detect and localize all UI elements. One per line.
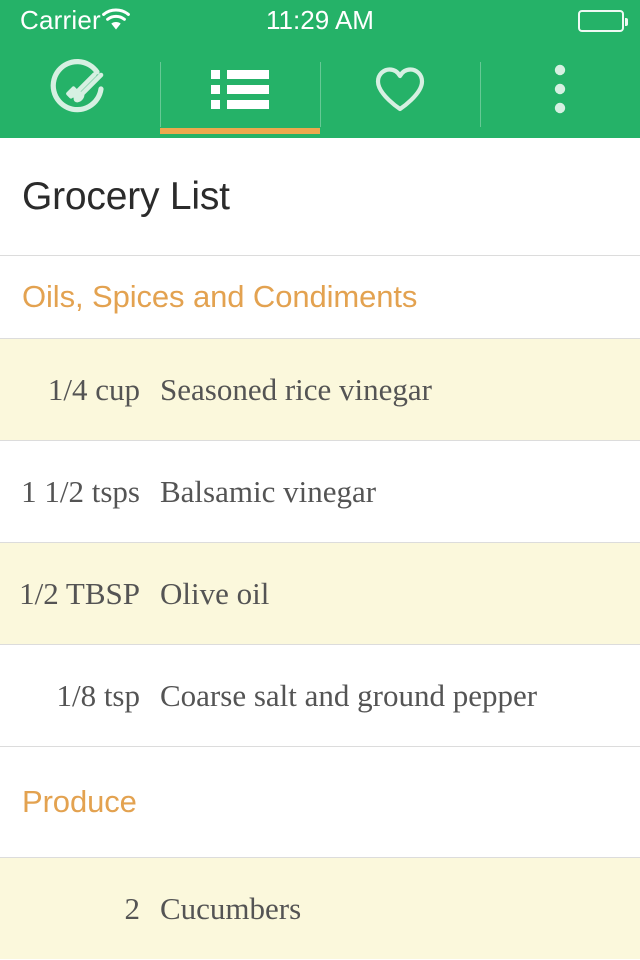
tab-more[interactable] [480, 40, 640, 138]
item-name: Olive oil [160, 575, 270, 611]
battery-full-icon [578, 10, 628, 32]
tab-bar[interactable] [0, 40, 640, 138]
list-item[interactable]: 1/4 cup Seasoned rice vinegar [0, 339, 640, 440]
section-header-produce: Produce [0, 747, 640, 857]
tab-grocery-list[interactable] [160, 40, 320, 138]
list-item[interactable]: 1/8 tsp Coarse salt and ground pepper [0, 645, 640, 746]
heart-icon [375, 67, 425, 112]
item-name: Coarse salt and ground pepper [160, 677, 538, 713]
item-name: Cucumbers [160, 890, 302, 926]
list-icon [211, 70, 269, 109]
list-item[interactable]: 1/2 TBSP Olive oil [0, 543, 640, 644]
list-item[interactable]: 2 Cucumbers [0, 858, 640, 959]
clock-label: 11:29 AM [266, 5, 374, 35]
item-quantity: 1 1/2 tsps [21, 473, 140, 509]
tab-favorites[interactable] [320, 40, 480, 138]
section-header-oils-spices-and-condiments: Oils, Spices and Condiments [0, 256, 640, 338]
tab-recipes[interactable] [0, 40, 160, 138]
item-name: Seasoned rice vinegar [160, 371, 432, 407]
cooking-utensils-icon [50, 59, 104, 113]
list-item[interactable]: 1 1/2 tsps Balsamic vinegar [0, 441, 640, 542]
grocery-list: Oils, Spices and Condiments 1/4 cup Seas… [0, 255, 640, 959]
item-quantity: 2 [124, 890, 141, 926]
item-quantity: 1/4 cup [47, 371, 140, 407]
item-name: Balsamic vinegar [160, 473, 377, 509]
app-root: Carrier 11:29 AM Grocery List Oils, Spic… [0, 0, 640, 960]
overflow-menu-icon [554, 64, 566, 114]
item-quantity: 1/2 TBSP [19, 575, 140, 611]
active-tab-indicator [160, 128, 320, 134]
status-bar: Carrier 11:29 AM [0, 0, 640, 40]
app-header: Carrier 11:29 AM [0, 0, 640, 138]
item-quantity: 1/8 tsp [56, 677, 140, 713]
page-title: Grocery List [22, 174, 230, 218]
